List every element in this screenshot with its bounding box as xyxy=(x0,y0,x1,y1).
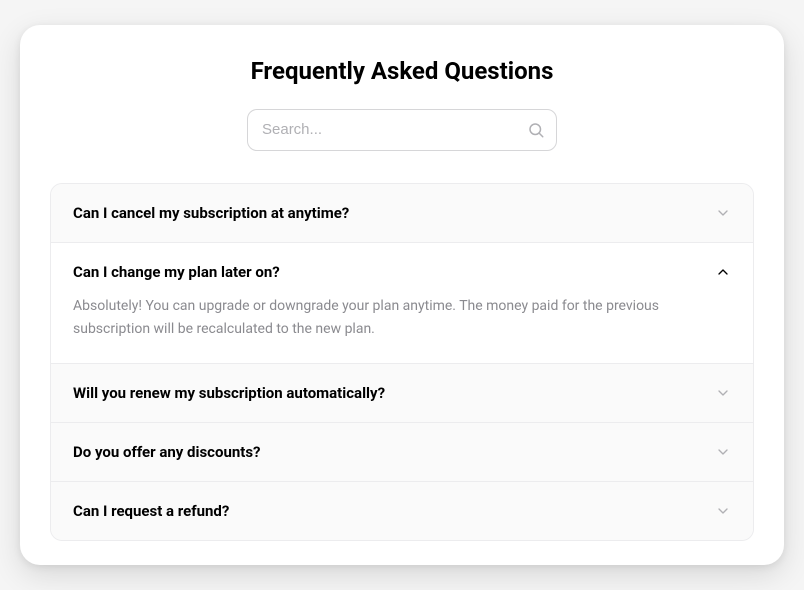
page-title: Frequently Asked Questions xyxy=(50,57,754,85)
search-input[interactable] xyxy=(247,109,557,151)
search-container xyxy=(247,109,557,151)
faq-item-header[interactable]: Do you offer any discounts? xyxy=(51,423,753,481)
chevron-down-icon xyxy=(715,205,731,221)
faq-question: Will you renew my subscription automatic… xyxy=(73,384,385,402)
faq-item-header[interactable]: Can I request a refund? xyxy=(51,482,753,540)
faq-answer: Absolutely! You can upgrade or downgrade… xyxy=(51,295,753,363)
chevron-up-icon xyxy=(715,264,731,280)
chevron-down-icon xyxy=(715,503,731,519)
faq-accordion: Can I cancel my subscription at anytime?… xyxy=(50,183,754,541)
faq-question: Can I request a refund? xyxy=(73,502,229,520)
chevron-down-icon xyxy=(715,444,731,460)
faq-item: Will you renew my subscription automatic… xyxy=(51,364,753,423)
search-wrap xyxy=(50,109,754,151)
faq-item-header[interactable]: Will you renew my subscription automatic… xyxy=(51,364,753,422)
faq-question: Can I cancel my subscription at anytime? xyxy=(73,204,349,222)
faq-card: Frequently Asked Questions Can I cancel … xyxy=(20,25,784,565)
faq-item-header[interactable]: Can I cancel my subscription at anytime? xyxy=(51,184,753,242)
faq-item: Can I change my plan later on? Absolutel… xyxy=(51,243,753,364)
chevron-down-icon xyxy=(715,385,731,401)
faq-item: Do you offer any discounts? xyxy=(51,423,753,482)
faq-item-header[interactable]: Can I change my plan later on? xyxy=(51,243,753,295)
faq-question: Do you offer any discounts? xyxy=(73,443,261,461)
faq-question: Can I change my plan later on? xyxy=(73,263,280,281)
faq-item: Can I request a refund? xyxy=(51,482,753,540)
faq-item: Can I cancel my subscription at anytime? xyxy=(51,184,753,243)
search-icon xyxy=(527,121,545,139)
